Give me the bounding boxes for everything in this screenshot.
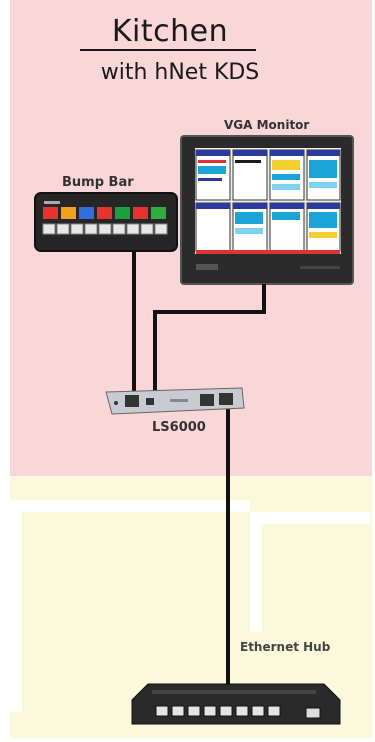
- diagram-subtitle: with hNet KDS: [100, 60, 260, 85]
- zone-divider: [250, 512, 370, 524]
- zone-divider: [250, 512, 262, 632]
- network-diagram: Kitchen with hNet KDS VGA Monitor Bump B…: [0, 0, 375, 742]
- bump-bar-number-key: [140, 223, 154, 235]
- bump-bar-key: [79, 207, 94, 219]
- hub-port: [187, 705, 201, 717]
- hub-port: [155, 705, 169, 717]
- bump-bar-number-key: [126, 223, 140, 235]
- bump-bar-keys: [43, 207, 166, 219]
- bump-bar-lower-keys: [42, 223, 168, 235]
- zone-divider: [10, 512, 22, 712]
- bump-bar-key: [43, 207, 58, 219]
- hub-port: [235, 705, 249, 717]
- bump-bar: [34, 192, 178, 252]
- bump-bar-number-key: [98, 223, 112, 235]
- hub-port: [171, 705, 185, 717]
- bump-bar-key: [97, 207, 112, 219]
- vga-monitor-label: VGA Monitor: [224, 118, 310, 132]
- bump-bar-number-key: [42, 223, 56, 235]
- bump-bar-number-key: [112, 223, 126, 235]
- ethernet-hub-label: Ethernet Hub: [240, 640, 331, 654]
- diagram-canvas: [0, 0, 375, 742]
- bump-bar-number-key: [84, 223, 98, 235]
- diagram-title: Kitchen: [111, 14, 229, 49]
- bump-bar-key: [133, 207, 148, 219]
- bump-bar-number-key: [70, 223, 84, 235]
- ethernet-hub: [131, 683, 341, 725]
- ls6000-label: LS6000: [152, 420, 206, 435]
- vga-monitor: [180, 135, 354, 285]
- hub-port: [267, 705, 281, 717]
- bump-bar-key: [151, 207, 166, 219]
- zone-divider: [10, 500, 250, 512]
- bump-bar-label: Bump Bar: [62, 175, 134, 190]
- bump-bar-key: [115, 207, 130, 219]
- hub-port: [251, 705, 265, 717]
- bump-bar-number-key: [56, 223, 70, 235]
- bump-bar-key: [61, 207, 76, 219]
- bump-bar-number-key: [154, 223, 168, 235]
- hub-port: [219, 705, 233, 717]
- hub-port: [203, 705, 217, 717]
